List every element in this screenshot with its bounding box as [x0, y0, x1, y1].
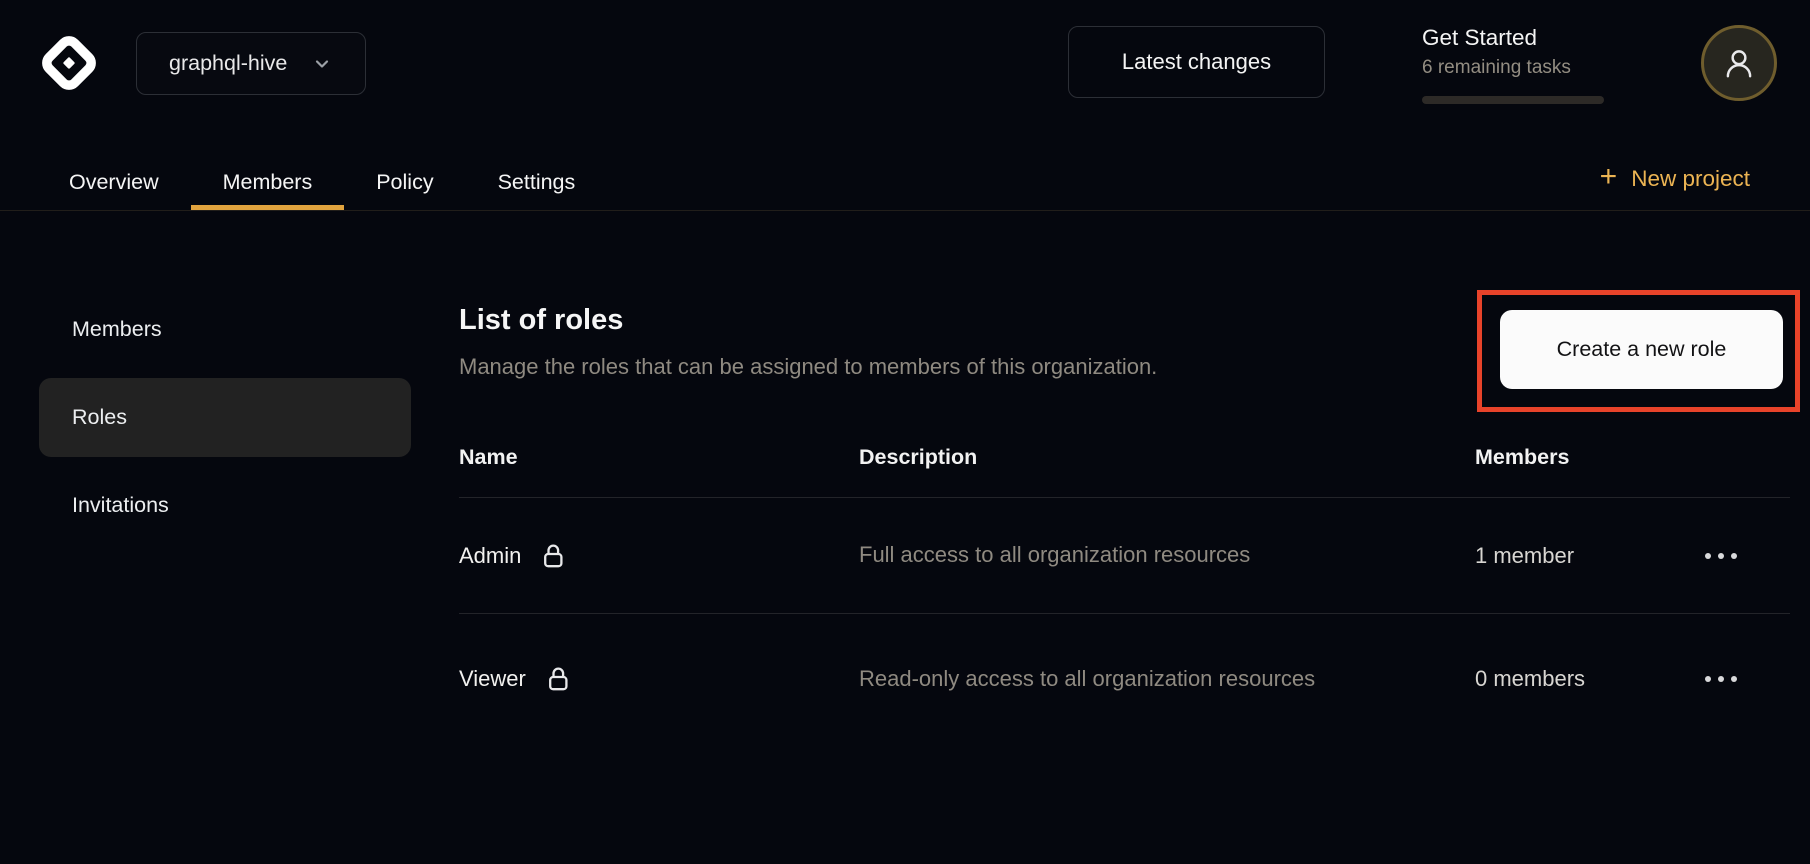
sidebar-item-members-label: Members: [72, 317, 162, 342]
tab-members[interactable]: Members: [191, 144, 345, 210]
tab-settings[interactable]: Settings: [466, 144, 608, 210]
sidebar-item-roles-label: Roles: [72, 405, 127, 430]
row-menu-button[interactable]: [1705, 664, 1790, 694]
members-sidebar: Members Roles Invitations: [39, 290, 411, 554]
role-description: Full access to all organization resource…: [859, 538, 1359, 572]
get-started-widget[interactable]: Get Started 6 remaining tasks: [1422, 24, 1604, 104]
column-header-name: Name: [459, 445, 859, 470]
latest-changes-label: Latest changes: [1122, 49, 1271, 75]
latest-changes-button[interactable]: Latest changes: [1068, 26, 1325, 98]
app-root: graphql-hive Latest changes Get Started …: [0, 0, 1810, 864]
tab-settings-label: Settings: [498, 170, 576, 205]
organization-name: graphql-hive: [169, 51, 287, 76]
table-row-viewer[interactable]: Viewer Read-only access to all organizat…: [459, 614, 1790, 744]
chevron-down-icon: [311, 53, 333, 75]
row-menu-button[interactable]: [1705, 541, 1790, 571]
org-tabbar: Overview Members Policy Settings: [0, 144, 1810, 211]
new-project-label: New project: [1631, 166, 1750, 192]
role-members-count: 0 members: [1475, 666, 1705, 692]
tab-overview[interactable]: Overview: [37, 144, 191, 210]
column-header-members: Members: [1475, 445, 1705, 470]
sidebar-item-members[interactable]: Members: [39, 290, 411, 369]
role-name: Viewer: [459, 666, 526, 692]
ellipsis-horizontal-icon: [1705, 553, 1737, 559]
sidebar-item-invitations-label: Invitations: [72, 493, 169, 518]
user-person-icon: [1721, 45, 1757, 81]
plus-icon: +: [1600, 162, 1618, 192]
get-started-title: Get Started: [1422, 24, 1604, 51]
sidebar-item-roles[interactable]: Roles: [39, 378, 411, 457]
new-project-button[interactable]: + New project: [1600, 155, 1750, 203]
tab-policy[interactable]: Policy: [344, 144, 465, 210]
tab-policy-label: Policy: [376, 170, 433, 205]
lock-icon: [538, 541, 568, 571]
roles-table: Name Description Members Admin Full acce…: [459, 445, 1790, 744]
ellipsis-horizontal-icon: [1705, 676, 1737, 682]
table-row-admin[interactable]: Admin Full access to all organization re…: [459, 498, 1790, 614]
role-name: Admin: [459, 543, 521, 569]
roles-table-header: Name Description Members: [459, 445, 1790, 498]
tab-overview-label: Overview: [69, 170, 159, 205]
hive-logo-icon: [37, 31, 101, 95]
column-header-description: Description: [859, 445, 1475, 470]
role-description: Read-only access to all organization res…: [859, 662, 1359, 696]
organization-selector[interactable]: graphql-hive: [136, 32, 366, 95]
tab-members-label: Members: [223, 170, 313, 205]
sidebar-item-invitations[interactable]: Invitations: [39, 466, 411, 545]
get-started-subtitle: 6 remaining tasks: [1422, 57, 1604, 79]
roles-panel: List of roles Manage the roles that can …: [459, 211, 1790, 864]
role-members-count: 1 member: [1475, 543, 1705, 569]
user-avatar[interactable]: [1701, 25, 1777, 101]
lock-icon: [543, 664, 573, 694]
get-started-progressbar: [1422, 96, 1604, 104]
create-new-role-button[interactable]: Create a new role: [1500, 310, 1783, 389]
